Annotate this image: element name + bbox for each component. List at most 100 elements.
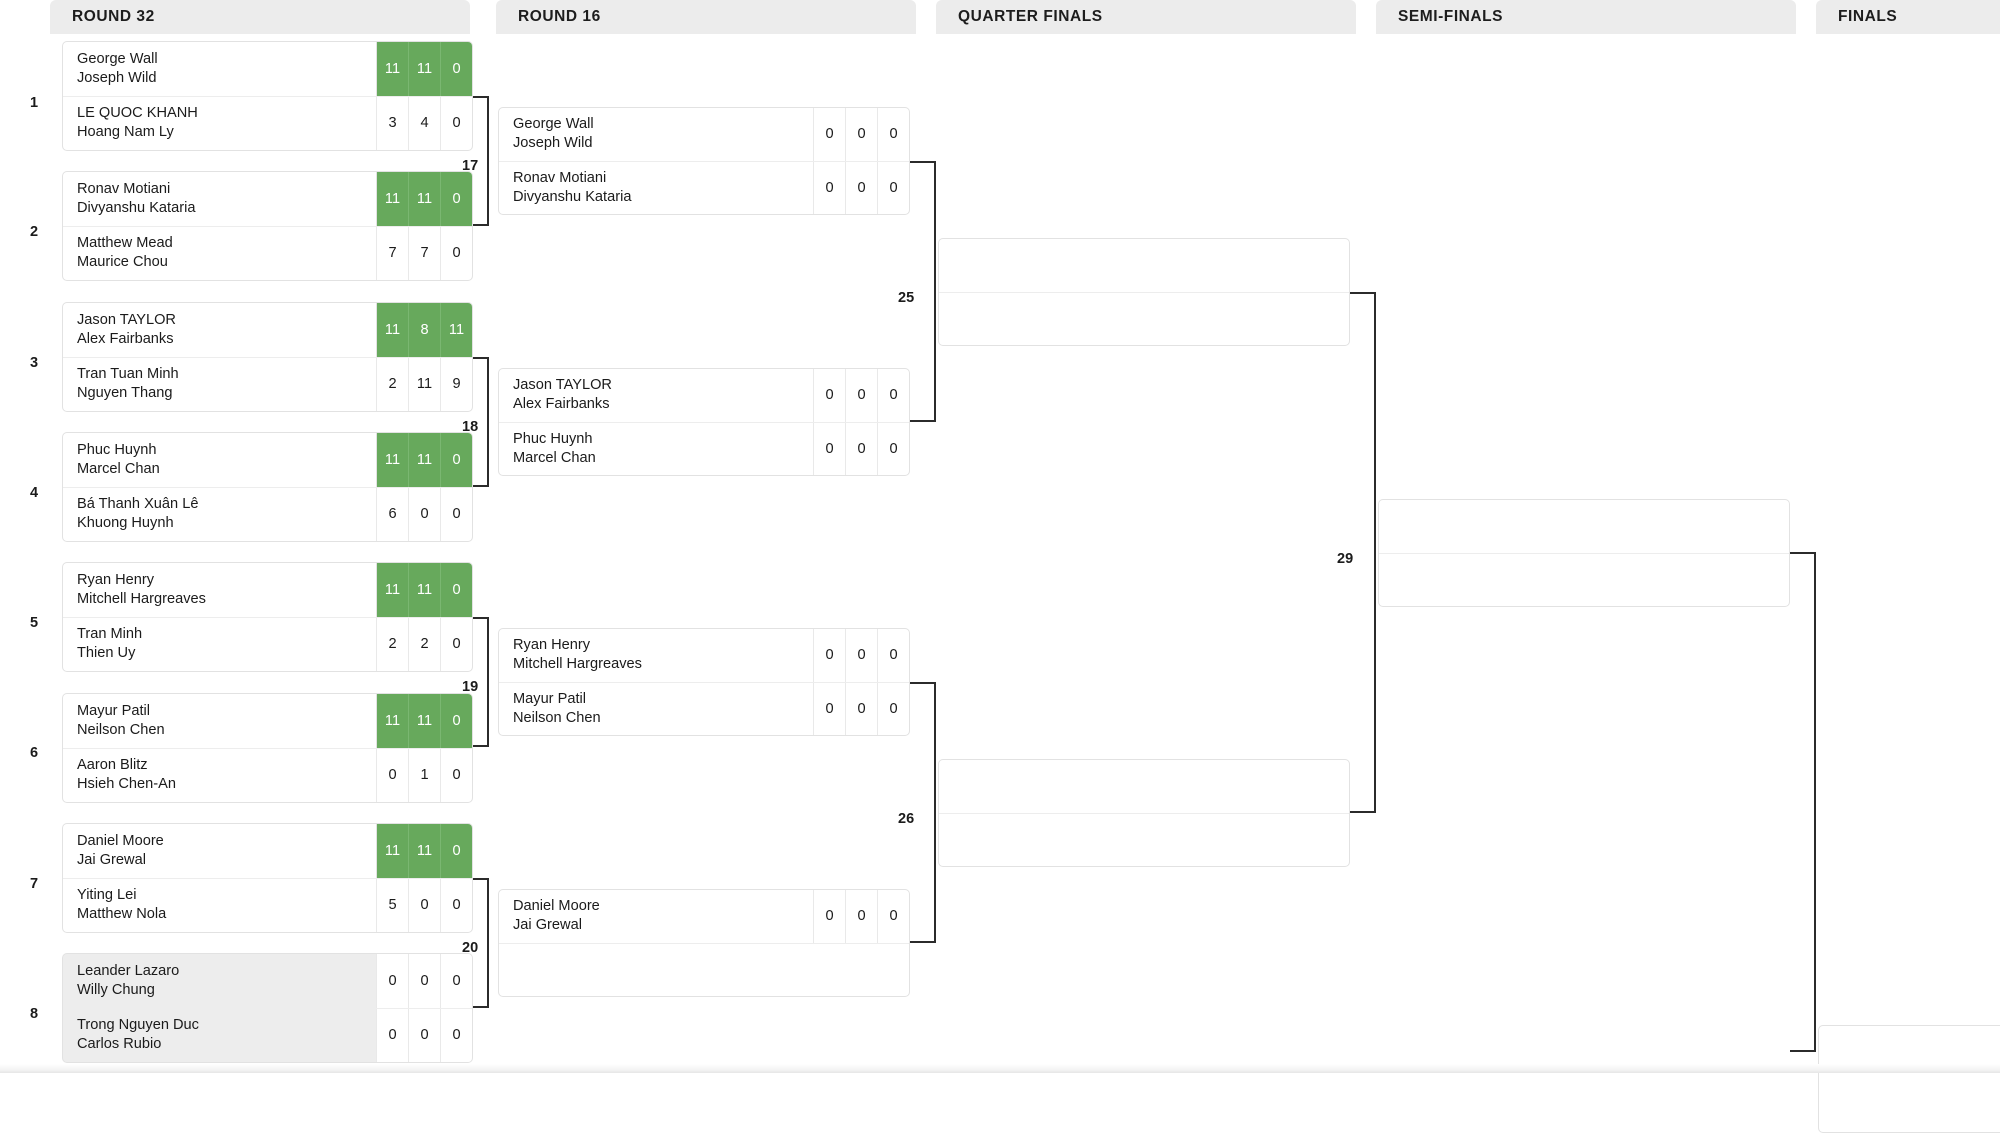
player-name-2: Khuong Huynh	[77, 515, 174, 532]
match-card-r32-5[interactable]: Ryan Henry Mitchell Hargreaves 11 11 0 T…	[62, 562, 473, 672]
match-card-r32-4[interactable]: Phuc Huynh Marcel Chan 11 11 0 Bá Thanh …	[62, 432, 473, 542]
match-card-qf-1[interactable]	[938, 238, 1350, 346]
score-set-2: 11	[408, 357, 440, 411]
match-index: 5	[29, 615, 39, 631]
player-name-2: Marcel Chan	[77, 460, 160, 477]
round-header-label: FINALS	[1838, 8, 1898, 25]
score-cells: 11 11 0	[376, 563, 472, 617]
team-row-empty[interactable]	[1379, 500, 1789, 553]
player-name-2: Maurice Chou	[77, 254, 168, 271]
team-row[interactable]: Tran Tuan Minh Nguyen Thang 2 11 9	[63, 356, 472, 411]
score-set-1: 0	[813, 890, 845, 943]
team-row[interactable]: Trong Nguyen Duc Carlos Rubio 0 0 0	[63, 1007, 472, 1062]
team-row[interactable]: Tran Minh Thien Uy 2 2 0	[63, 616, 472, 671]
round-header-label: SEMI-FINALS	[1398, 8, 1504, 25]
player-name-1: George Wall	[77, 50, 158, 67]
player-name-2: Carlos Rubio	[77, 1036, 162, 1053]
round-header-finals[interactable]: FINALS	[1816, 0, 2000, 34]
round-header-label: ROUND 32	[72, 8, 155, 25]
team-row[interactable]: Jason TAYLOR Alex Fairbanks 0 0 0	[499, 369, 909, 422]
team-row[interactable]: George Wall Joseph Wild 0 0 0	[499, 108, 909, 161]
team-row[interactable]: Mayur Patil Neilson Chen 11 11 0	[63, 694, 472, 748]
player-name-1: Mayur Patil	[513, 690, 586, 707]
team-names: Leander Lazaro Willy Chung	[63, 954, 376, 1008]
player-name-2: Joseph Wild	[77, 69, 157, 86]
round-header-label: ROUND 16	[518, 8, 601, 25]
player-name-1: Mayur Patil	[77, 702, 150, 719]
match-card-r32-3[interactable]: Jason TAYLOR Alex Fairbanks 11 8 11 Tran…	[62, 302, 473, 412]
team-row[interactable]: LE QUOC KHANH Hoang Nam Ly 3 4 0	[63, 95, 472, 151]
score-cells: 5 0 0	[376, 878, 472, 932]
team-row[interactable]: Ronav Motiani Divyanshu Kataria 11 11 0	[63, 172, 472, 226]
player-name-2: Matthew Nola	[77, 906, 167, 923]
score-cells: 11 11 0	[376, 433, 472, 487]
score-set-3: 0	[440, 563, 472, 617]
round-header-quarters[interactable]: QUARTER FINALS	[936, 0, 1356, 34]
team-row[interactable]: Ronav Motiani Divyanshu Kataria 0 0 0	[499, 160, 909, 214]
team-row[interactable]: Phuc Huynh Marcel Chan 11 11 0	[63, 433, 472, 487]
match-card-r16-4[interactable]: Daniel Moore Jai Grewal 0 0 0	[498, 889, 910, 997]
score-set-3: 0	[877, 629, 909, 682]
round-header-label: QUARTER FINALS	[958, 8, 1103, 25]
team-row[interactable]: Yiting Lei Matthew Nola 5 0 0	[63, 877, 472, 932]
score-set-1: 0	[813, 369, 845, 422]
match-card-r32-2[interactable]: Ronav Motiani Divyanshu Kataria 11 11 0 …	[62, 171, 473, 281]
team-row[interactable]: Daniel Moore Jai Grewal 11 11 0	[63, 824, 472, 878]
team-names: Aaron Blitz Hsieh Chen-An	[63, 749, 376, 803]
player-name-1: Aaron Blitz	[77, 757, 148, 774]
team-names	[939, 293, 1349, 346]
team-row[interactable]: George Wall Joseph Wild 11 11 0	[63, 42, 472, 96]
match-card-r16-1[interactable]: George Wall Joseph Wild 0 0 0 Ronav Moti…	[498, 107, 910, 215]
team-row[interactable]: Leander Lazaro Willy Chung 0 0 0	[63, 954, 472, 1008]
team-row[interactable]: Ryan Henry Mitchell Hargreaves 11 11 0	[63, 563, 472, 617]
player-name-1: Leander Lazaro	[77, 962, 180, 979]
match-card-r16-3[interactable]: Ryan Henry Mitchell Hargreaves 0 0 0 May…	[498, 628, 910, 736]
player-name-1: Tran Tuan Minh	[77, 366, 179, 383]
tournament-bracket: ROUND 32 ROUND 16 QUARTER FINALS SEMI-FI…	[0, 0, 2000, 1133]
match-card-sf-1[interactable]	[1378, 499, 1790, 607]
team-names: Ryan Henry Mitchell Hargreaves	[499, 629, 813, 682]
team-row-empty[interactable]	[939, 760, 1349, 813]
score-set-2: 11	[408, 172, 440, 226]
round-header-round32[interactable]: ROUND 32	[50, 0, 470, 34]
score-set-1: 0	[813, 682, 845, 735]
match-card-r32-1[interactable]: George Wall Joseph Wild 11 11 0 LE QUOC …	[62, 41, 473, 151]
score-set-2: 11	[408, 433, 440, 487]
team-names: LE QUOC KHANH Hoang Nam Ly	[63, 97, 376, 151]
match-card-r32-8[interactable]: Leander Lazaro Willy Chung 0 0 0 Trong N…	[62, 953, 473, 1063]
team-row-empty[interactable]	[939, 291, 1349, 346]
team-row[interactable]: Matthew Mead Maurice Chou 7 7 0	[63, 225, 472, 280]
match-card-qf-2[interactable]	[938, 759, 1350, 867]
team-row-empty[interactable]	[499, 942, 909, 997]
score-set-1: 5	[376, 878, 408, 932]
team-row[interactable]: Mayur Patil Neilson Chen 0 0 0	[499, 681, 909, 735]
team-row[interactable]: Jason TAYLOR Alex Fairbanks 11 8 11	[63, 303, 472, 357]
team-row-empty[interactable]	[1379, 552, 1789, 607]
round-header-semis[interactable]: SEMI-FINALS	[1376, 0, 1796, 34]
team-row[interactable]: Daniel Moore Jai Grewal 0 0 0	[499, 890, 909, 943]
match-card-r32-6[interactable]: Mayur Patil Neilson Chen 11 11 0 Aaron B…	[62, 693, 473, 803]
team-row-empty[interactable]	[939, 239, 1349, 292]
team-row[interactable]: Ryan Henry Mitchell Hargreaves 0 0 0	[499, 629, 909, 682]
match-card-r16-2[interactable]: Jason TAYLOR Alex Fairbanks 0 0 0 Phuc H…	[498, 368, 910, 476]
score-set-1: 11	[376, 824, 408, 878]
player-name-2: Hoang Nam Ly	[77, 124, 174, 141]
match-card-final-1[interactable]	[1818, 1025, 2000, 1133]
player-name-1: Trong Nguyen Duc	[77, 1017, 199, 1034]
connector-label: 17	[462, 158, 479, 174]
team-row[interactable]: Bá Thanh Xuân Lê Khuong Huynh 6 0 0	[63, 486, 472, 541]
team-row-empty[interactable]	[1819, 1026, 2000, 1132]
team-row[interactable]: Phuc Huynh Marcel Chan 0 0 0	[499, 421, 909, 475]
round-header-round16[interactable]: ROUND 16	[496, 0, 916, 34]
team-row-empty[interactable]	[939, 812, 1349, 867]
player-name-2: Mitchell Hargreaves	[513, 656, 642, 673]
team-names: Jason TAYLOR Alex Fairbanks	[499, 369, 813, 422]
score-cells: 11 8 11	[376, 303, 472, 357]
score-set-2: 4	[408, 96, 440, 150]
match-card-r32-7[interactable]: Daniel Moore Jai Grewal 11 11 0 Yiting L…	[62, 823, 473, 933]
score-cells: 0 0 0	[813, 682, 909, 735]
score-set-3: 0	[440, 96, 472, 150]
team-row[interactable]: Aaron Blitz Hsieh Chen-An 0 1 0	[63, 747, 472, 803]
connector-sf-to-final-vertical	[1814, 552, 1816, 1052]
score-set-2: 0	[845, 108, 877, 161]
